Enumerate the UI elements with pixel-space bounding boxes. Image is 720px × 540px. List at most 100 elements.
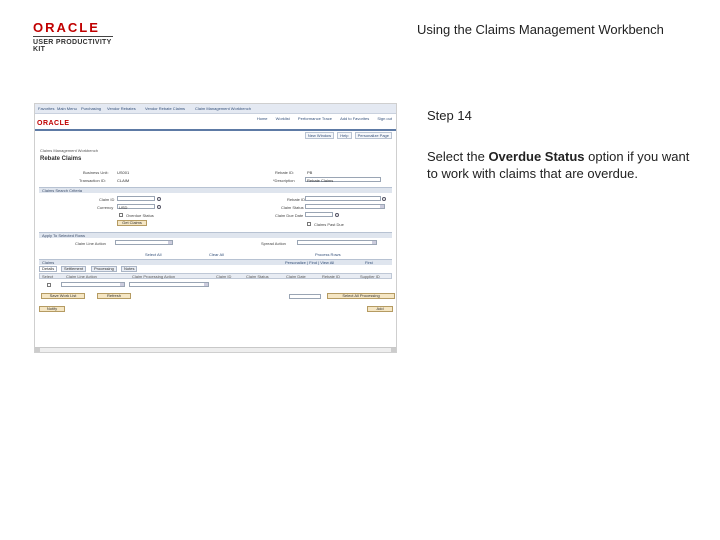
calendar-icon[interactable] [335,213,339,217]
overdue-status-checkbox[interactable] [119,213,123,217]
add-button[interactable]: Add [367,306,393,312]
tab-settlement[interactable]: Settlement [61,266,87,272]
link-add-favorites[interactable]: Add to Favorites [340,116,369,121]
save-work-list-button[interactable]: Save Work List [41,293,85,299]
brand-row: ORACLE Home Worklist Performance Trace A… [35,114,396,131]
overdue-status-label: Overdue Status [126,213,154,218]
nav-item-favorites[interactable]: Favorites [38,106,54,111]
business-unit-label: Business Unit: [83,170,109,175]
app-oracle-logo: ORACLE [37,120,70,127]
rebate-id-header-value: PB [307,170,313,175]
grid-first-link[interactable]: First [365,260,373,265]
col-claim-date: Claim Date [286,274,306,279]
col-rebate-id: Rebate ID [322,274,341,279]
link-home[interactable]: Home [257,116,268,121]
nav-item-vendor-rebates[interactable]: Vendor Rebates [107,106,136,111]
page-title: Rebate Claims [40,156,82,162]
description-label: *Description [273,178,295,183]
step-label: Step 14 [427,108,472,123]
claim-status-select[interactable] [305,204,385,209]
transaction-id-value: CLAIM [117,178,130,183]
link-new-window[interactable]: New Window [304,132,335,139]
col-claim-id: Claim ID [216,274,232,279]
logo-word: ORACLE [33,20,100,35]
row-select-checkbox[interactable] [47,283,51,287]
claim-accounting-date-input[interactable] [289,294,321,299]
claim-id-label: Claim ID [99,197,115,202]
claims-past-due-label: Claims Past Due [314,222,344,227]
row-claim-line-action-select[interactable] [61,282,125,287]
row-claim-processing-action-select[interactable] [129,282,209,287]
grid-nav-links[interactable]: Personalize | Find | View All [285,260,334,265]
select-all-processing-button[interactable]: Select All Processing [327,293,395,299]
claim-due-date-label: Claim Due Date [275,213,304,218]
col-select: Select [42,274,54,279]
claim-line-action-select[interactable] [115,240,173,245]
logo-subtitle: USER PRODUCTIVITY KIT [33,39,112,53]
logo-divider [33,36,113,37]
business-unit-value: US001 [117,170,130,175]
apply-rows-band[interactable]: Apply To Selected Rows [39,232,392,238]
refresh-button[interactable]: Refresh [97,293,131,299]
tab-details[interactable]: Details [39,266,58,272]
horizontal-scrollbar[interactable] [35,347,396,352]
col-claim-status: Claim Status [246,274,269,279]
tool-row: New Window Help Personalize Page [35,131,396,140]
currency-value: USD [119,205,128,210]
process-rows-link[interactable]: Process Rows [315,252,341,257]
link-help[interactable]: Help [337,132,352,139]
claims-search-band[interactable]: Claims Search Criteria [39,187,392,193]
claim-line-action-label: Claim Line Action [75,241,106,246]
nav-item-claim-workbench[interactable]: Claim Management Workbench [195,106,251,111]
claims-grid-band-label: Claims [42,260,55,265]
notify-button[interactable]: Notify [39,306,65,312]
instruction-text-before: Select the [427,149,489,164]
rebate-id-search-label: Rebate ID [287,197,306,202]
oracle-logo: ORACLE USER PRODUCTIVITY KIT [33,20,125,53]
spread-action-select[interactable] [297,240,377,245]
rebate-id-input[interactable] [305,196,381,201]
col-claim-processing-action: Claim Processing Action [132,274,176,279]
description-value: Rebate Claims [307,178,334,183]
claim-id-input[interactable] [117,196,155,201]
claims-past-due-checkbox[interactable] [307,222,311,226]
currency-input[interactable]: USD [117,204,155,210]
rebate-id-header-label: Rebate ID: [275,170,295,175]
description-input[interactable]: Rebate Claims [305,177,381,183]
col-claim-line-action: Claim Line Action [66,274,97,279]
apply-rows-band-label: Apply To Selected Rows [42,233,86,238]
application-screenshot: Favorites Main Menu Purchasing Vendor Re… [34,103,397,353]
grid-column-header: Select Claim Line Action Claim Processin… [39,273,392,279]
currency-lookup-icon[interactable] [157,205,161,209]
scroll-right-icon[interactable] [391,348,396,352]
claim-id-lookup-icon[interactable] [157,197,161,201]
link-sign-out[interactable]: Sign out [377,116,392,121]
scroll-left-icon[interactable] [35,348,40,352]
select-all-link[interactable]: Select All [145,252,161,257]
link-performance-trace[interactable]: Performance Trace [298,116,332,121]
spread-action-label: Spread Action [261,241,286,246]
nav-item-vendor-rebate-claims[interactable]: Vendor Rebate Claims [145,106,185,111]
link-personalize-page[interactable]: Personalize Page [354,132,392,139]
claim-due-date-input[interactable] [305,212,333,217]
breadcrumb-nav: Favorites Main Menu Purchasing Vendor Re… [35,104,396,114]
document-title: Using the Claims Management Workbench [417,22,664,37]
clear-all-link[interactable]: Clear All [209,252,224,257]
tab-notes[interactable]: Notes [121,266,138,272]
tab-processing[interactable]: Processing [91,266,117,272]
top-links: Home Worklist Performance Trace Add to F… [250,116,392,121]
get-claims-button[interactable]: Get Claims [117,220,147,226]
currency-label: Currency [97,205,114,210]
col-supplier-id: Supplier ID [360,274,380,279]
tool-links: New Window Help Personalize Page [303,132,392,139]
claims-search-band-label: Claims Search Criteria [42,188,83,193]
nav-item-main-menu[interactable]: Main Menu [57,106,77,111]
instruction-highlight: Overdue Status [488,149,585,164]
nav-item-purchasing[interactable]: Purchasing [81,106,101,111]
page-name: Claims Management Workbench [40,148,98,153]
claim-status-label: Claim Status [281,205,304,210]
claims-grid-band: Claims [39,259,392,265]
rebate-id-lookup-icon[interactable] [382,197,386,201]
link-worklist[interactable]: Worklist [276,116,290,121]
step-instruction: Select the Overdue Status option if you … [427,148,697,182]
